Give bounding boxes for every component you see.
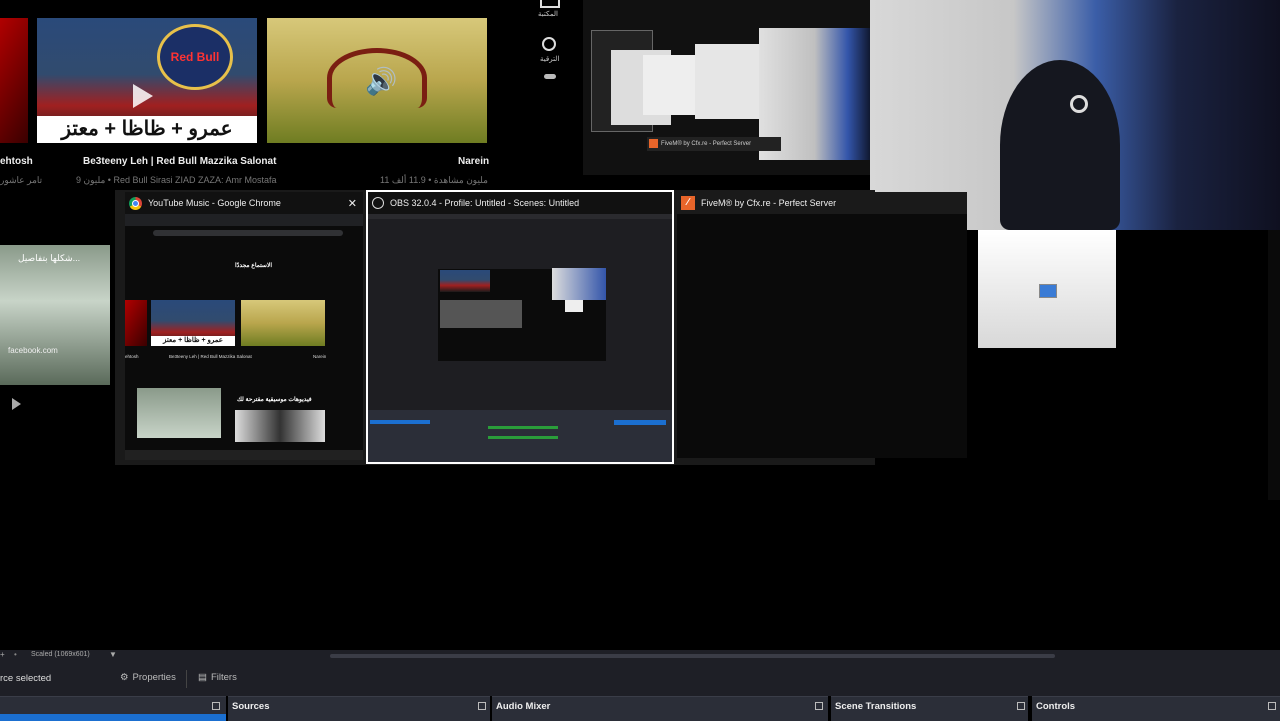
obs-thumbnail (368, 214, 672, 462)
play-icon-small[interactable] (12, 398, 21, 410)
dock-title-scene-transitions: Scene Transitions (835, 701, 917, 712)
dock-float-icon[interactable] (212, 702, 220, 710)
window-title-obs: OBS 32.0.4 - Profile: Untitled - Scenes:… (390, 198, 580, 208)
video-title-3[interactable]: Narein (458, 156, 489, 167)
dock-controls[interactable]: Controls (1032, 696, 1280, 721)
scroll-indicator-icon (544, 74, 556, 79)
chrome-heading: الاستماع مجددًا (235, 263, 273, 269)
video-sub-1: تامر عاشور (0, 175, 43, 185)
video-title-1[interactable]: ehtosh (0, 156, 33, 167)
redbull-logo: Red Bull (157, 24, 233, 90)
video-title-2[interactable]: Be3teeny Leh | Red Bull Mazzika Salonat (83, 156, 276, 167)
dock-float-icon[interactable] (1017, 702, 1025, 710)
properties-button[interactable]: ⚙ Properties (120, 672, 176, 683)
preview-status-bar: + • Scaled (1069x601) ▼ (0, 650, 1280, 662)
chrome-thumbnail: الاستماع مجددًا عمرو + ظاظا + معتز ehtos… (125, 214, 363, 460)
left-card-title: شكلها بتفاصيل... (18, 253, 81, 263)
dock-sources[interactable]: Sources (228, 696, 490, 721)
right-scrollbar[interactable] (1268, 230, 1280, 500)
headphone-icon (1070, 95, 1088, 113)
dock-scenes[interactable] (0, 696, 226, 721)
gear-icon: ⚙ (120, 672, 129, 683)
video-thumbnail-redbull[interactable]: Red Bull عمرو + ظاظا + معتز (37, 18, 257, 143)
left-card-url: facebook.com (8, 346, 58, 355)
window-title-fivem: FiveM® by Cfx.re - Perfect Server (701, 198, 837, 208)
dock-scene-transitions[interactable]: Scene Transitions (831, 696, 1028, 721)
nav-label-upgrade: الترقية (540, 56, 560, 63)
dock-float-icon[interactable] (478, 702, 486, 710)
chrome-icon (129, 196, 142, 210)
separator-icon: • (14, 650, 17, 659)
video-thumbnail-1[interactable] (0, 18, 28, 143)
nav-label-library: المكتبة (538, 11, 558, 18)
no-source-selected: rce selected (0, 673, 52, 684)
obs-preview-canvas[interactable]: Red Bull عمرو + ظاظا + معتز 🔊 ehtosh Be3… (0, 0, 1280, 650)
chrome-section: فيديوهات موسيقية مقترحة لك (237, 397, 312, 403)
upgrade-icon[interactable] (542, 37, 556, 51)
person-silhouette (1000, 60, 1120, 230)
play-icon (133, 84, 153, 108)
chrome-video-title: Be3teeny Leh | Red Bull Mazzika Salonat (169, 354, 252, 359)
scaled-label: Scaled (1069x601) (31, 651, 90, 658)
close-icon[interactable]: ✕ (348, 197, 357, 210)
alt-tab-window-obs[interactable]: OBS 32.0.4 - Profile: Untitled - Scenes:… (366, 190, 674, 464)
nested-obs-preview: FiveM® by Cfx.re - Perfect Server (583, 0, 870, 175)
fivem-icon: ∕ (681, 196, 695, 210)
add-icon[interactable]: + (0, 650, 5, 659)
horizontal-scrollbar[interactable] (330, 654, 1055, 658)
library-icon[interactable] (540, 0, 560, 8)
dock-title-audio-mixer: Audio Mixer (496, 701, 551, 712)
dock-title-controls: Controls (1036, 701, 1076, 712)
window-title-chrome: YouTube Music - Google Chrome (148, 198, 281, 208)
video-sub-2: 9 مليون • Red Bull Sirasi ZIAD ZAZA: Amr… (76, 175, 277, 185)
dock-audio-mixer[interactable]: Audio Mixer (492, 696, 828, 721)
filter-icon: ▤ (198, 672, 207, 683)
source-toolbar: rce selected ⚙ Properties ▤ Filters (0, 662, 1280, 696)
video-thumbnail-narein[interactable]: 🔊 (267, 18, 487, 143)
alt-tab-window-chrome[interactable]: YouTube Music - Google Chrome ✕ الاستماع… (125, 192, 363, 460)
filters-button[interactable]: ▤ Filters (198, 672, 237, 683)
dock-title-sources: Sources (232, 701, 270, 712)
obs-icon (372, 197, 384, 209)
alt-tab-window-fivem[interactable]: ∕ FiveM® by Cfx.re - Perfect Server (677, 192, 967, 458)
chevron-down-icon[interactable]: ▼ (109, 650, 117, 659)
window-icon (1039, 284, 1057, 298)
dock-float-icon[interactable] (815, 702, 823, 710)
dock-float-icon[interactable] (1268, 702, 1276, 710)
white-window-thumb (978, 230, 1116, 348)
volume-icon: 🔊 (365, 66, 398, 96)
left-video-card[interactable]: شكلها بتفاصيل... facebook.com (0, 245, 110, 385)
thumbnail-banner: عمرو + ظاظا + معتز (37, 116, 257, 143)
video-sub-3: 11 مليون مشاهدة • 11.9 ألف (380, 175, 488, 185)
nested-fivem-label: FiveM® by Cfx.re - Perfect Server (647, 137, 781, 151)
